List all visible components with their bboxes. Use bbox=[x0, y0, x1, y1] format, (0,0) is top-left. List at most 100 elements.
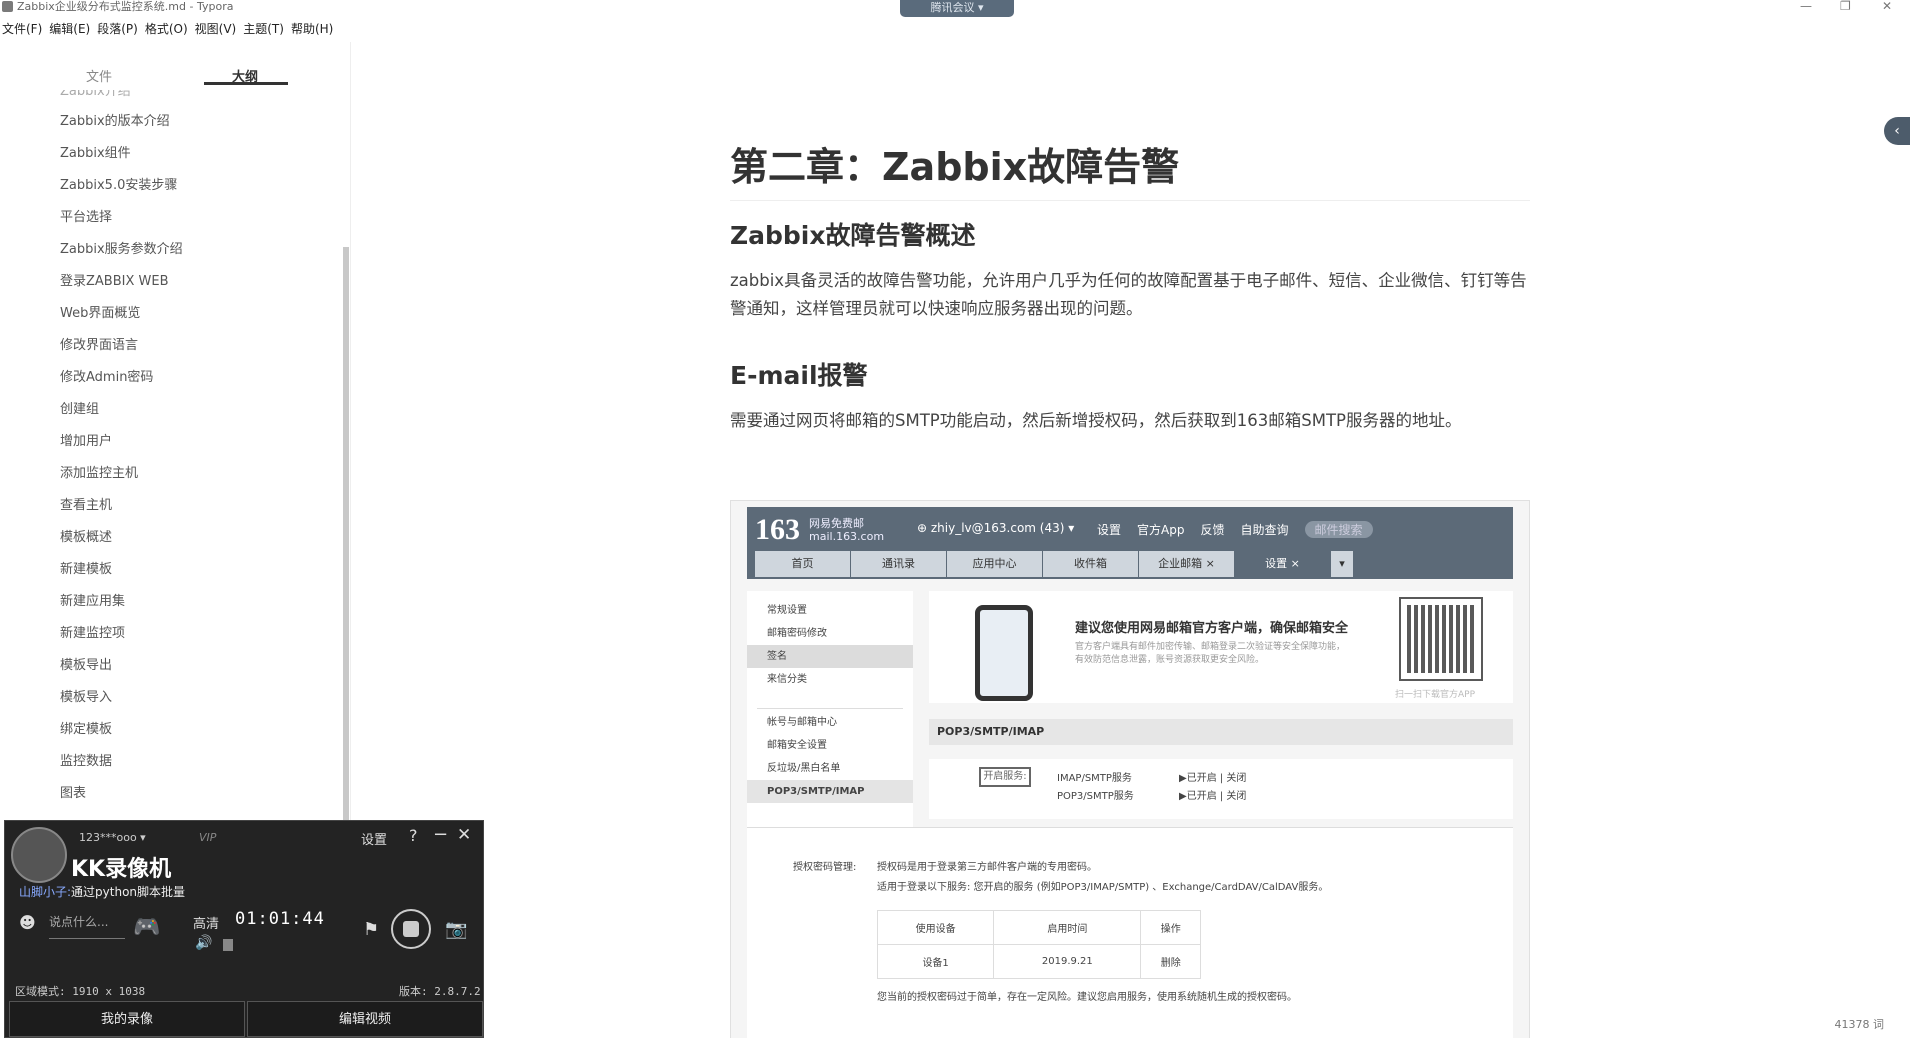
menu-paragraph[interactable]: 段落(P) bbox=[95, 20, 143, 38]
outline-item[interactable]: 创建组 bbox=[0, 394, 340, 426]
mail-menu-account-center: 帐号与邮箱中心 bbox=[767, 717, 837, 728]
outline-item[interactable]: Zabbix5.0安装步骤 bbox=[0, 170, 340, 202]
recorder-minimize-button[interactable]: − bbox=[433, 824, 448, 845]
recorder-account[interactable]: 123***ooo ▾ bbox=[79, 831, 146, 844]
tencent-meeting-badge[interactable]: 腾讯会议 ▾ bbox=[900, 0, 1014, 17]
outline-item[interactable]: Zabbix的版本介绍 bbox=[0, 106, 340, 138]
outline-item[interactable]: Zabbix组件 bbox=[0, 138, 340, 170]
open-service-label: 开启服务: bbox=[979, 767, 1031, 787]
outline-item[interactable]: 新建模板 bbox=[0, 554, 340, 586]
menu-bar: 文件(F) 编辑(E) 段落(P) 格式(O) 视图(V) 主题(T) 帮助(H… bbox=[0, 20, 338, 38]
pop3-section-title: POP3/SMTP/IMAP bbox=[929, 719, 1513, 745]
outline-item[interactable]: 模板导入 bbox=[0, 682, 340, 714]
mail-tab-inbox: 收件箱 bbox=[1043, 551, 1138, 577]
overview-paragraph: zabbix具备灵活的故障告警功能，允许用户几乎为任何的故障配置基于电子邮件、短… bbox=[730, 271, 1527, 318]
mail-menu-password: 邮箱密码修改 bbox=[767, 628, 827, 639]
chapter-heading: 第二章：Zabbix故障告警 bbox=[730, 142, 1530, 201]
mail-link-selfquery: 自助查询 bbox=[1240, 523, 1289, 537]
outline-item[interactable]: Zabbix服务参数介绍 bbox=[0, 234, 340, 266]
tab-active-indicator bbox=[204, 82, 288, 85]
mail-link-app: 官方App bbox=[1137, 523, 1185, 537]
quality-label[interactable]: 高清 bbox=[193, 913, 219, 932]
outline-item[interactable]: 新建应用集 bbox=[0, 586, 340, 618]
service-status: 开启服务: IMAP/SMTP服务 ▶已开启 | 关闭 POP3/SMTP服务 … bbox=[929, 759, 1513, 819]
outline-item[interactable]: 模板导出 bbox=[0, 650, 340, 682]
pause-icon[interactable] bbox=[223, 939, 233, 951]
table-header: 使用设备 bbox=[876, 910, 995, 945]
outline-item[interactable]: 图表 bbox=[0, 778, 340, 810]
chat-username: 山脚小子: bbox=[19, 885, 72, 899]
mail-search-box: 邮件搜索 bbox=[1304, 521, 1373, 538]
menu-file[interactable]: 文件(F) bbox=[0, 20, 47, 38]
recorder-settings-button[interactable]: 设置 bbox=[361, 829, 387, 848]
phone-illustration bbox=[975, 605, 1033, 701]
menu-theme[interactable]: 主题(T) bbox=[241, 20, 289, 38]
auth-code-description: 授权码是用于登录第三方邮件客户端的专用密码。 适用于登录以下服务: 您开启的服务… bbox=[877, 858, 1328, 898]
outline-item[interactable]: 平台选择 bbox=[0, 202, 340, 234]
outline-item[interactable]: 添加监控主机 bbox=[0, 458, 340, 490]
mail-tab-enterprise: 企业邮箱 × bbox=[1139, 551, 1234, 577]
avatar[interactable] bbox=[11, 827, 67, 883]
table-cell: 设备1 bbox=[876, 944, 995, 979]
gamepad-icon[interactable]: 🎮 bbox=[133, 915, 160, 940]
table-cell: 删除 bbox=[1140, 944, 1201, 979]
outline-item[interactable]: 绑定模板 bbox=[0, 714, 340, 746]
emoji-icon[interactable]: ☻ bbox=[19, 913, 36, 932]
article: 第二章：Zabbix故障告警 Zabbix故障告警概述 zabbix具备灵活的故… bbox=[730, 142, 1530, 435]
outline-item[interactable]: 查看主机 bbox=[0, 490, 340, 522]
outline-item[interactable]: 监控数据 bbox=[0, 746, 340, 778]
mail-user-account: ⊕ zhiy_lv@163.com (43) ▾ bbox=[917, 521, 1075, 535]
outline-item[interactable]: 修改Admin密码 bbox=[0, 362, 340, 394]
table-header: 操作 bbox=[1140, 910, 1201, 945]
typora-app-icon bbox=[2, 1, 13, 12]
sidebar-scrollbar[interactable] bbox=[343, 247, 349, 867]
mail-tab-contacts: 通讯录 bbox=[851, 551, 946, 577]
mail-logo: 163 bbox=[755, 513, 800, 546]
camera-icon[interactable]: 📷 bbox=[445, 919, 467, 940]
outline-item[interactable]: 新建监控项 bbox=[0, 618, 340, 650]
window-title: Zabbix企业级分布式监控系统.md - Typora bbox=[17, 0, 234, 13]
outline-item[interactable]: 修改界面语言 bbox=[0, 330, 340, 362]
chevron-down-icon: ▾ bbox=[1331, 551, 1353, 577]
table-cell: 2019.9.21 bbox=[993, 944, 1142, 979]
section-heading-overview: Zabbix故障告警概述 bbox=[730, 221, 976, 250]
mail-menu-antispam: 反垃圾/黑白名单 bbox=[767, 763, 841, 774]
auth-code-label: 授权密码管理: bbox=[793, 862, 857, 873]
kk-recorder-window: 123***ooo ▾ VIP 设置 ? − ✕ KK录像机 山脚小子:通过py… bbox=[4, 820, 484, 1038]
recorder-close-button[interactable]: ✕ bbox=[457, 825, 471, 845]
maximize-button[interactable]: ❐ bbox=[1840, 0, 1851, 12]
mail-link-settings: 设置 bbox=[1097, 523, 1122, 537]
close-button[interactable]: ✕ bbox=[1882, 0, 1892, 12]
outline-list: Zabbix介绍 Zabbix的版本介绍 Zabbix组件 Zabbix5.0安装步… bbox=[0, 90, 340, 810]
promo-description: 官方客户端具有邮件加密传输、邮箱登录二次验证等安全保障功能，有效防范信息泄露，账… bbox=[1075, 642, 1346, 665]
menu-edit[interactable]: 编辑(E) bbox=[47, 20, 95, 38]
chat-input[interactable]: 说点什么... bbox=[49, 913, 125, 939]
table-row: 设备1 2019.9.21 删除 bbox=[876, 944, 1201, 979]
menu-help[interactable]: 帮助(H) bbox=[289, 20, 338, 38]
outline-item[interactable]: 模板概述 bbox=[0, 522, 340, 554]
mail-tab-home: 首页 bbox=[755, 551, 850, 577]
qr-caption: 扫一扫下载官方APP bbox=[1395, 690, 1476, 700]
qr-code-icon bbox=[1399, 597, 1483, 681]
menu-view[interactable]: 视图(V) bbox=[193, 20, 242, 38]
minimize-button[interactable]: — bbox=[1800, 0, 1812, 12]
outline-item[interactable]: 登录ZABBIX WEB bbox=[0, 266, 340, 298]
editor-pane: 第二章：Zabbix故障告警 Zabbix故障告警概述 zabbix具备灵活的故… bbox=[352, 42, 1910, 1038]
flag-icon[interactable]: ⚑ bbox=[363, 919, 379, 940]
auth-code-warning: 您当前的授权密码过于简单，存在一定风险。建议您启用服务，使用系统随机生成的授权密… bbox=[877, 992, 1297, 1003]
volume-icon[interactable]: 🔊 bbox=[195, 935, 212, 951]
tab-files[interactable]: 文件 bbox=[86, 66, 112, 85]
vip-badge[interactable]: VIP bbox=[199, 831, 216, 844]
stop-recording-button[interactable] bbox=[391, 909, 431, 949]
mail-menu-security: 邮箱安全设置 bbox=[767, 740, 827, 751]
outline-item-clipped[interactable]: Zabbix介绍 bbox=[0, 90, 340, 106]
outline-item[interactable]: Web界面概览 bbox=[0, 298, 340, 330]
version-info: 版本: 2.8.7.2 bbox=[399, 985, 481, 998]
outline-item[interactable]: 增加用户 bbox=[0, 426, 340, 458]
menu-format[interactable]: 格式(O) bbox=[143, 20, 193, 38]
edit-video-button[interactable]: 编辑视频 bbox=[247, 1001, 483, 1037]
chevron-left-icon[interactable]: ‹ bbox=[1884, 117, 1910, 145]
help-icon[interactable]: ? bbox=[409, 826, 418, 845]
my-recordings-button[interactable]: 我的录像 bbox=[9, 1001, 245, 1037]
word-count[interactable]: 41378 词 bbox=[1835, 1016, 1885, 1032]
